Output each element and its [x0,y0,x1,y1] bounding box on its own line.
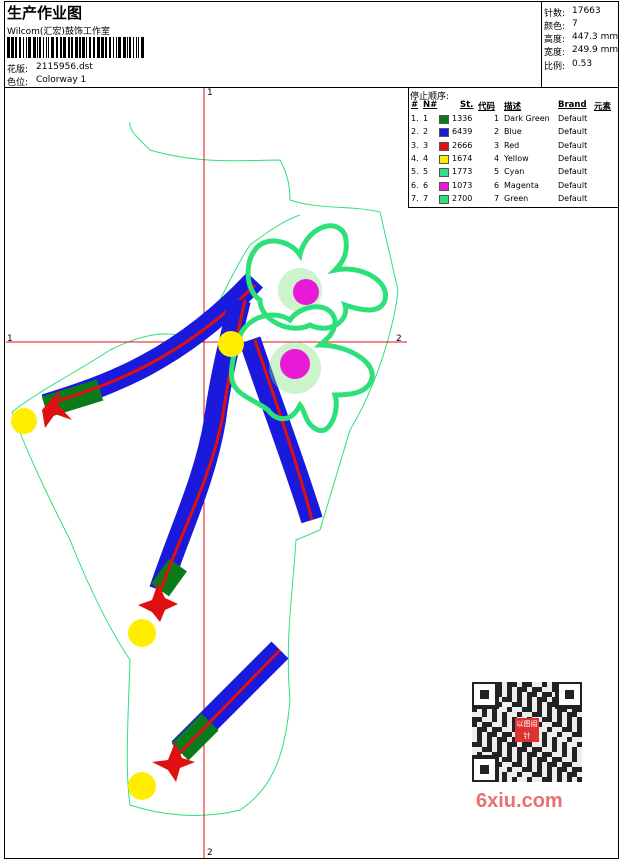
crosshair-label-bottom: 2 [207,848,213,858]
watermark-seal: 以图阅针 [515,718,539,742]
watermark-site: 6xiu.com [476,790,563,812]
yellow-button-3 [128,619,156,647]
crosshair-label-left: 1 [7,334,13,344]
yellow-button-4 [128,772,156,800]
crosshair-label-right: 2 [396,334,402,344]
watermark-seal-text: 以图阅针 [516,720,538,740]
yellow-button-2 [218,331,244,357]
branch-bottom-core [173,648,282,760]
yellow-button-1 [11,408,37,434]
crosshair-label-top: 1 [207,88,213,98]
